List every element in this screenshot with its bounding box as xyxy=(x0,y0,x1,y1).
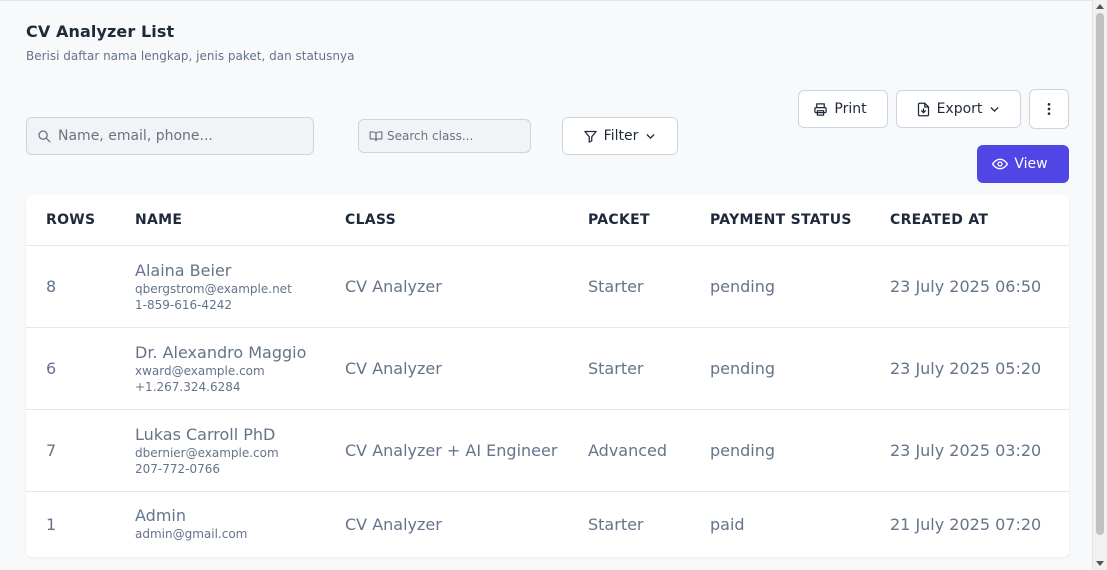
user-email: dbernier@example.com xyxy=(135,446,279,460)
printer-icon xyxy=(813,102,828,117)
cell-class: CV Analyzer + AI Engineer xyxy=(345,441,558,460)
cell-name: Lukas Carroll PhD dbernier@example.com 2… xyxy=(135,425,279,477)
header-name[interactable]: NAME xyxy=(135,212,182,228)
cell-name: Alaina Beier qbergstrom@example.net 1-85… xyxy=(135,261,292,313)
more-vertical-icon xyxy=(1041,101,1057,117)
cell-rows: 6 xyxy=(46,359,57,378)
export-label: Export xyxy=(936,101,983,117)
cell-rows: 8 xyxy=(46,277,57,296)
print-button[interactable]: Print xyxy=(798,90,888,128)
scroll-up-arrow[interactable] xyxy=(1096,4,1104,9)
user-email: qbergstrom@example.net xyxy=(135,282,292,296)
table-row[interactable]: 8 Alaina Beier qbergstrom@example.net 1-… xyxy=(26,246,1069,328)
cell-created-at: 23 July 2025 05:20 xyxy=(890,359,1042,378)
header-created-at[interactable]: CREATED AT xyxy=(890,212,988,228)
chevron-down-icon xyxy=(644,130,657,143)
search-icon xyxy=(37,129,51,143)
cell-name: Dr. Alexandro Maggio xward@example.com +… xyxy=(135,343,306,395)
header-packet[interactable]: PACKET xyxy=(588,212,650,228)
view-label: View xyxy=(1014,156,1048,172)
filter-button[interactable]: Filter xyxy=(562,117,678,155)
search-placeholder: Name, email, phone... xyxy=(58,128,213,144)
cell-class: CV Analyzer xyxy=(345,515,442,534)
table-row[interactable]: 6 Dr. Alexandro Maggio xward@example.com… xyxy=(26,328,1069,410)
cell-packet: Starter xyxy=(588,515,644,534)
cell-packet: Advanced xyxy=(588,441,668,460)
cell-payment-status: pending xyxy=(710,441,776,460)
print-label: Print xyxy=(834,101,867,117)
cell-payment-status: pending xyxy=(710,277,776,296)
more-options-button[interactable] xyxy=(1029,89,1069,129)
cell-class: CV Analyzer xyxy=(345,359,442,378)
user-phone: 1-859-616-4242 xyxy=(135,298,232,312)
cell-name: Admin admin@gmail.com xyxy=(135,506,247,542)
page-title: CV Analyzer List xyxy=(26,22,175,41)
user-email: xward@example.com xyxy=(135,364,265,378)
table-row[interactable]: 7 Lukas Carroll PhD dbernier@example.com… xyxy=(26,410,1069,492)
user-name: Admin xyxy=(135,506,186,525)
user-name: Dr. Alexandro Maggio xyxy=(135,343,307,362)
top-divider xyxy=(0,0,1092,1)
user-phone: +1.267.324.6284 xyxy=(135,380,241,394)
cell-created-at: 21 July 2025 07:20 xyxy=(890,515,1042,534)
user-email: admin@gmail.com xyxy=(135,527,248,541)
eye-icon xyxy=(992,156,1009,172)
header-class[interactable]: CLASS xyxy=(345,212,396,228)
cell-created-at: 23 July 2025 06:50 xyxy=(890,277,1042,296)
class-search-placeholder: Search class... xyxy=(387,129,474,143)
page-subtitle: Berisi daftar nama lengkap, jenis paket,… xyxy=(26,49,355,63)
cell-packet: Starter xyxy=(588,359,644,378)
user-name: Alaina Beier xyxy=(135,261,232,280)
table-card: ROWS NAME CLASS PACKET PAYMENT STATUS CR… xyxy=(26,195,1069,557)
cell-rows: 1 xyxy=(46,515,57,534)
cell-packet: Starter xyxy=(588,277,644,296)
chevron-down-icon xyxy=(988,103,1001,116)
user-name: Lukas Carroll PhD xyxy=(135,425,276,444)
header-rows[interactable]: ROWS xyxy=(46,212,95,228)
class-search-input[interactable]: Search class... xyxy=(358,119,531,153)
scroll-down-arrow[interactable] xyxy=(1096,561,1104,566)
file-export-icon xyxy=(916,102,931,117)
search-input[interactable]: Name, email, phone... xyxy=(26,117,314,155)
table-header: ROWS NAME CLASS PACKET PAYMENT STATUS CR… xyxy=(26,195,1069,246)
user-phone: 207-772-0766 xyxy=(135,462,221,476)
view-button[interactable]: View xyxy=(977,145,1069,183)
header-payment-status[interactable]: PAYMENT STATUS xyxy=(710,212,852,228)
cell-rows: 7 xyxy=(46,441,57,460)
page: CV Analyzer List Berisi daftar nama leng… xyxy=(0,0,1092,570)
filter-icon xyxy=(583,129,598,144)
cell-payment-status: pending xyxy=(710,359,776,378)
table-row[interactable]: 1 Admin admin@gmail.com CV Analyzer Star… xyxy=(26,492,1069,557)
scrollbar-thumb[interactable] xyxy=(1096,13,1104,535)
vertical-scrollbar[interactable] xyxy=(1092,0,1107,570)
book-icon xyxy=(369,129,383,143)
cell-created-at: 23 July 2025 03:20 xyxy=(890,441,1042,460)
cell-payment-status: paid xyxy=(710,515,745,534)
cell-class: CV Analyzer xyxy=(345,277,442,296)
export-button[interactable]: Export xyxy=(896,90,1021,128)
filter-label: Filter xyxy=(603,128,639,144)
